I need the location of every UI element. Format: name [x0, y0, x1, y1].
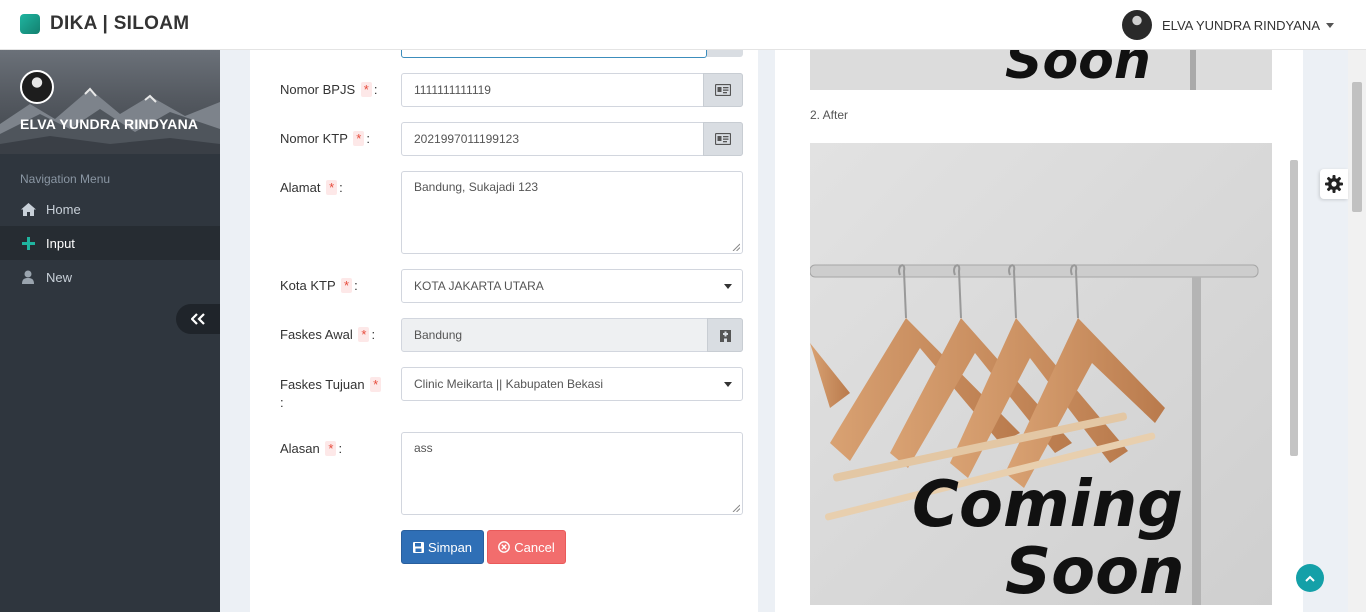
required-mark: * — [353, 131, 365, 146]
top-navbar: DIKA | SILOAM ELVA YUNDRA RINDYANA — [0, 0, 1366, 50]
alamat-textarea[interactable]: Bandung, Sukajadi 123 — [401, 171, 743, 254]
form-panel: Nomor BPJS *: 1111111111119 Nomor KTP *:… — [250, 40, 758, 612]
sidebar-item-label: New — [46, 269, 73, 285]
required-mark: * — [360, 82, 372, 97]
times-circle-icon — [498, 541, 511, 553]
sidebar-item-new[interactable]: New — [0, 260, 220, 294]
alamat-label-text: Alamat — [280, 180, 321, 195]
bpjs-label-text: Nomor BPJS — [280, 82, 356, 97]
label-colon: : — [373, 82, 378, 97]
bpjs-value: 1111111111119 — [414, 83, 491, 97]
ktp-label-text: Nomor KTP — [280, 131, 348, 146]
double-chevron-left-icon — [191, 313, 205, 325]
avatar — [1122, 10, 1153, 40]
brand-title: DIKA | SILOAM — [50, 13, 190, 34]
settings-button[interactable] — [1320, 169, 1348, 199]
before-image-art: Soon — [810, 50, 1272, 90]
save-label: Simpan — [427, 539, 473, 555]
ktp-input[interactable]: 2021997011199123 — [401, 122, 743, 156]
sidebar-item-home[interactable]: Home — [0, 192, 220, 226]
required-mark: * — [370, 377, 382, 392]
alamat-label: Alamat *: — [280, 180, 343, 195]
chevron-down-icon — [724, 382, 732, 387]
user-icon — [20, 269, 36, 285]
sidebar-user-panel: ELVA YUNDRA RINDYANA — [0, 50, 220, 154]
back-to-top-button[interactable] — [1296, 564, 1324, 592]
image-text-line2: Soon — [1005, 535, 1185, 605]
label-colon: : — [354, 278, 358, 293]
nav-menu-title: Navigation Menu — [20, 172, 111, 186]
kota-select[interactable]: KOTA JAKARTA UTARA — [401, 269, 743, 303]
caret-down-icon — [1326, 22, 1334, 28]
home-icon — [20, 201, 36, 217]
brand[interactable]: DIKA | SILOAM — [20, 13, 189, 35]
image-text-line1: Coming — [912, 468, 1183, 542]
id-card-icon — [703, 122, 743, 156]
ktp-label: Nomor KTP *: — [280, 131, 370, 146]
sidebar-item-label: Home — [46, 201, 81, 217]
cancel-label: Cancel — [514, 539, 555, 555]
cancel-button[interactable]: Cancel — [487, 530, 566, 564]
label-colon: : — [338, 441, 343, 456]
label-colon: : — [339, 180, 343, 195]
after-label: 2. After — [810, 108, 849, 122]
gear-icon — [1325, 175, 1343, 193]
panel-scrollbar-thumb[interactable] — [1290, 160, 1298, 456]
sidebar-collapse-button[interactable] — [176, 304, 220, 334]
faskes-tujuan-select[interactable]: Clinic Meikarta || Kabupaten Bekasi — [401, 367, 743, 401]
label-colon: : — [280, 395, 284, 410]
sidebar: ELVA YUNDRA RINDYANA Navigation Menu Hom… — [0, 50, 220, 612]
alasan-textarea[interactable]: ass — [401, 432, 743, 515]
label-colon: : — [366, 131, 370, 146]
chevron-up-icon — [1305, 575, 1315, 582]
required-mark: * — [358, 327, 370, 342]
sidebar-user-name: ELVA YUNDRA RINDYANA — [20, 116, 199, 132]
resize-handle-icon[interactable] — [732, 243, 740, 251]
faskes-awal-label-text: Faskes Awal — [280, 327, 353, 342]
ktp-value: 2021997011199123 — [414, 132, 519, 146]
bpjs-label: Nomor BPJS *: — [280, 82, 377, 97]
bpjs-input[interactable]: 1111111111119 — [401, 73, 743, 107]
coming-soon-image: Coming Soon — [810, 143, 1272, 605]
floppy-disk-icon — [412, 541, 424, 553]
faskes-tujuan-label-text: Faskes Tujuan — [280, 377, 365, 392]
kota-label-text: Kota KTP — [280, 278, 336, 293]
kota-label: Kota KTP *: — [280, 278, 358, 293]
before-image-text: Soon — [1005, 50, 1151, 90]
page-scrollbar[interactable] — [1348, 50, 1366, 612]
faskes-awal-value: Bandung — [414, 328, 463, 342]
id-card-icon — [703, 73, 743, 107]
faskes-awal-input[interactable]: Bandung — [401, 318, 743, 352]
faskes-awal-label: Faskes Awal *: — [280, 327, 375, 342]
hospital-icon — [707, 318, 743, 352]
page-scrollbar-thumb[interactable] — [1352, 82, 1362, 212]
sidebar-item-input[interactable]: Input — [0, 226, 220, 260]
sidebar-item-label: Input — [46, 235, 75, 251]
preview-panel: Soon 2. After Coming Soon — [775, 50, 1303, 612]
user-name: ELVA YUNDRA RINDYANA — [1162, 17, 1320, 33]
brand-logo-icon — [20, 14, 40, 34]
plus-icon — [20, 235, 36, 251]
faskes-tujuan-value: Clinic Meikarta || Kabupaten Bekasi — [414, 377, 603, 391]
kota-value: KOTA JAKARTA UTARA — [414, 279, 544, 293]
resize-handle-icon[interactable] — [732, 504, 740, 512]
required-mark: * — [326, 180, 338, 195]
alasan-label: Alasan *: — [280, 441, 342, 456]
faskes-tujuan-label: Faskes Tujuan *: — [280, 376, 390, 412]
user-menu[interactable]: ELVA YUNDRA RINDYANA — [1122, 10, 1334, 40]
after-image: Coming Soon — [810, 143, 1272, 605]
alasan-label-text: Alasan — [280, 441, 320, 456]
sidebar-avatar — [20, 70, 54, 104]
before-image: Soon — [810, 50, 1272, 90]
required-mark: * — [325, 441, 337, 456]
label-colon: : — [371, 327, 376, 342]
required-mark: * — [341, 278, 353, 293]
alasan-value: ass — [414, 441, 433, 455]
save-button[interactable]: Simpan — [401, 530, 484, 564]
alamat-value: Bandung, Sukajadi 123 — [414, 180, 539, 194]
chevron-down-icon — [724, 284, 732, 289]
